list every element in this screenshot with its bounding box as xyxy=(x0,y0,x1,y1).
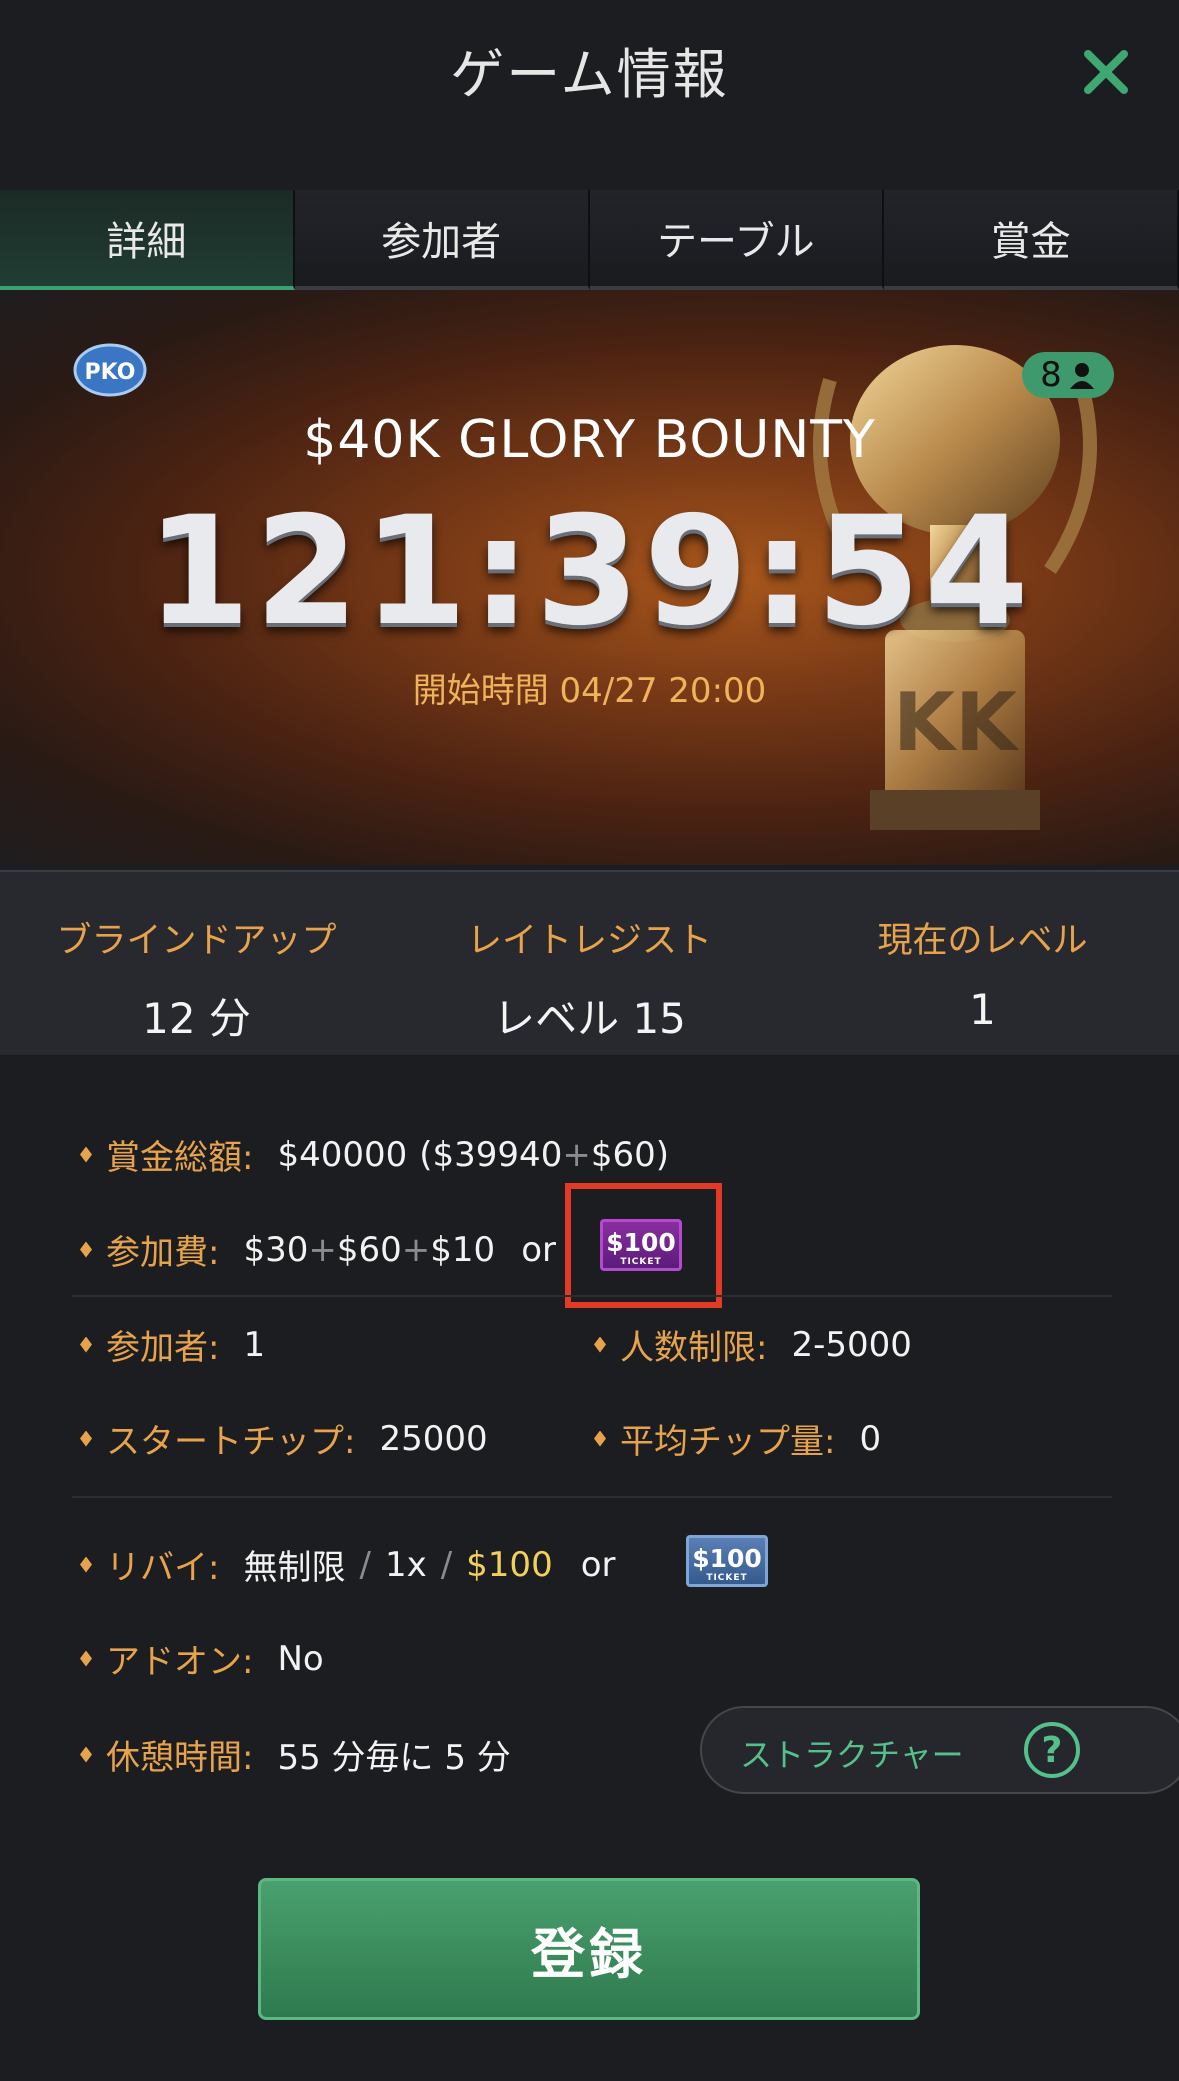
pko-badge-icon: PKO xyxy=(73,343,147,397)
diamond-icon xyxy=(80,1556,92,1573)
player-count: 8 xyxy=(1040,355,1062,395)
tab-entrants[interactable]: 参加者 xyxy=(294,190,590,290)
divider xyxy=(72,1496,1112,1498)
break-value: 55 分毎に 5 分 xyxy=(277,1738,511,1778)
divider xyxy=(72,1295,1112,1297)
prize-pool-split-a: ($39940 xyxy=(419,1134,563,1175)
addon-value: No xyxy=(277,1638,324,1679)
rebuy-cost: $100 xyxy=(466,1544,553,1585)
header-bar: ゲーム情報 xyxy=(0,0,1179,140)
ticket-caption: TICKET xyxy=(706,1573,748,1583)
avg-chips-row: 平均チップ量: 0 xyxy=(594,1414,881,1463)
separator: / xyxy=(359,1544,371,1585)
rebuy-limit: 無制限 xyxy=(243,1548,346,1588)
diamond-icon xyxy=(80,1650,92,1667)
start-chips-row: スタートチップ: 25000 xyxy=(80,1414,488,1463)
diamond-icon xyxy=(80,1430,92,1447)
player-count-badge: 8 xyxy=(1022,352,1114,398)
plus-sign: + xyxy=(308,1229,337,1270)
highlight-box xyxy=(565,1183,722,1308)
buy-in-b: $60 xyxy=(336,1229,402,1270)
rebuy-label: リバイ: xyxy=(106,1548,220,1588)
register-button[interactable]: 登録 xyxy=(258,1878,920,2020)
tournament-banner: KK PKO 8 $40K GLORY BOUNTY 121:39:54 開始時… xyxy=(0,290,1179,865)
person-icon xyxy=(1069,363,1094,389)
limit-value: 2-5000 xyxy=(791,1324,912,1365)
entrants-label: 参加者: xyxy=(106,1328,220,1368)
stat-label: 現在のレベル xyxy=(877,921,1088,961)
tab-details[interactable]: 詳細 xyxy=(0,190,295,290)
limit-label: 人数制限: xyxy=(620,1328,768,1368)
buy-in-label: 参加費: xyxy=(106,1233,220,1273)
page-title: ゲーム情報 xyxy=(450,43,729,106)
tab-prizes[interactable]: 賞金 xyxy=(884,190,1179,290)
stat-label: ブラインドアップ xyxy=(56,921,337,961)
start-chips-value: 25000 xyxy=(379,1418,488,1459)
pko-badge-label: PKO xyxy=(85,360,136,385)
buy-in-c: $10 xyxy=(430,1229,496,1270)
ticket-value: $100 xyxy=(692,1544,762,1573)
help-icon: ? xyxy=(1024,1722,1080,1778)
prize-pool-label: 賞金総額: xyxy=(106,1138,254,1178)
plus-sign: + xyxy=(401,1229,431,1270)
separator: / xyxy=(440,1544,453,1585)
avg-chips-label: 平均チップ量: xyxy=(620,1422,836,1462)
stat-current-level: 現在のレベル 1 xyxy=(786,912,1179,1034)
avg-chips-value: 0 xyxy=(859,1418,882,1459)
entrants-value: 1 xyxy=(243,1324,266,1365)
rebuy-ticket[interactable]: $100 TICKET xyxy=(686,1535,768,1591)
stat-blind-up: ブラインドアップ 12 分 xyxy=(0,912,393,1046)
structure-button[interactable]: ストラクチャー ? xyxy=(700,1706,1179,1794)
stat-value: レベル 15 xyxy=(493,994,686,1043)
tab-bar: 詳細 参加者 テーブル 賞金 xyxy=(0,190,1179,290)
diamond-icon xyxy=(80,1746,92,1763)
entrants-row: 参加者: 1 xyxy=(80,1320,265,1369)
structure-label: ストラクチャー xyxy=(740,1736,964,1774)
stat-value: 12 分 xyxy=(142,994,251,1043)
stats-strip: ブラインドアップ 12 分 レイトレジスト レベル 15 現在のレベル 1 xyxy=(0,870,1179,1057)
or-text: or xyxy=(521,1229,556,1270)
prize-pool-row: 賞金総額: $40000 ($39940 + $60) xyxy=(80,1130,669,1179)
prize-pool-value: $40000 xyxy=(277,1134,408,1175)
ticket-icon: $100 TICKET xyxy=(686,1535,768,1587)
prize-pool-split-b: $60) xyxy=(590,1134,669,1175)
rebuy-multiplier: 1x xyxy=(384,1544,427,1585)
buy-in-a: $30 xyxy=(243,1229,309,1270)
stat-label: レイトレジスト xyxy=(466,921,712,961)
diamond-icon xyxy=(80,1336,92,1353)
tournament-name: $40K GLORY BOUNTY xyxy=(303,410,876,470)
close-icon[interactable] xyxy=(1080,46,1132,98)
diamond-icon xyxy=(594,1430,606,1447)
break-label: 休憩時間: xyxy=(106,1738,254,1778)
diamond-icon xyxy=(80,1146,92,1163)
addon-row: アドオン: No xyxy=(80,1634,324,1683)
diamond-icon xyxy=(594,1336,606,1353)
stat-value: 1 xyxy=(969,985,996,1034)
buy-in-row: 参加費: $30 + $60 + $10 or xyxy=(80,1225,556,1274)
limit-row: 人数制限: 2-5000 xyxy=(594,1320,912,1369)
rebuy-row: リバイ: 無制限 / 1x / $100 or xyxy=(80,1540,615,1589)
tab-tables[interactable]: テーブル xyxy=(589,190,885,290)
stat-late-reg: レイトレジスト レベル 15 xyxy=(393,912,786,1046)
break-row: 休憩時間: 55 分毎に 5 分 xyxy=(80,1730,511,1779)
plus-sign: + xyxy=(562,1134,591,1175)
addon-label: アドオン: xyxy=(106,1642,254,1682)
start-chips-label: スタートチップ: xyxy=(106,1422,356,1462)
diamond-icon xyxy=(80,1241,92,1258)
or-text: or xyxy=(580,1544,616,1585)
countdown-timer: 121:39:54 xyxy=(146,485,1033,659)
start-time: 開始時間 04/27 20:00 xyxy=(412,671,767,711)
